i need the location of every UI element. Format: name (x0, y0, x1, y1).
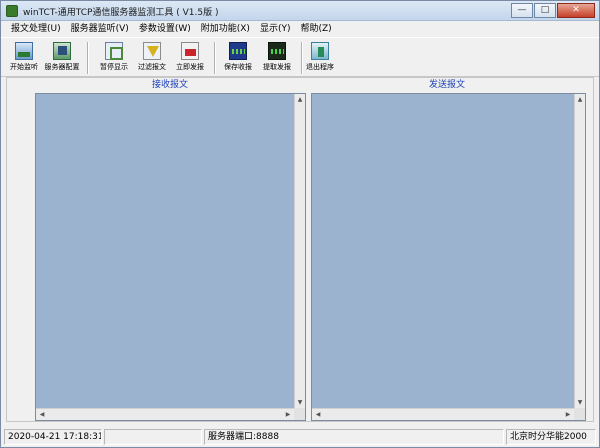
minimize-button[interactable]: — (511, 3, 533, 18)
toolbar-separator (214, 42, 216, 74)
send-now-button[interactable]: 立即发报 (169, 40, 211, 76)
exit-program-button[interactable]: 退出程序 (299, 40, 341, 76)
receive-vertical-scrollbar[interactable]: ▲ ▼ (294, 94, 305, 409)
scroll-left-arrow-icon[interactable]: ◀ (313, 410, 323, 420)
title-bar[interactable]: winTCT-通用TCP通信服务器监测工具 ( V1.5版 ) — □ ✕ (1, 1, 599, 21)
scroll-down-arrow-icon[interactable]: ▼ (575, 398, 585, 408)
toolbar: 开始监听 服务器配置 暂停显示 过滤报文 立即发报 保存收报 提取发报 退出程序 (1, 37, 599, 77)
menu-parameter-settings[interactable]: 参数设置(W) (134, 21, 196, 37)
send-vertical-scrollbar[interactable]: ▲ ▼ (574, 94, 585, 409)
scroll-up-arrow-icon[interactable]: ▲ (295, 95, 305, 105)
send-horizontal-scrollbar[interactable]: ◀ ▶ (312, 408, 574, 420)
server-config-button[interactable]: 服务器配置 (41, 40, 83, 76)
receive-message-pane[interactable]: ▲ ▼ ◀ ▶ (35, 93, 306, 421)
scroll-right-arrow-icon[interactable]: ▶ (283, 410, 293, 420)
menu-server-listen[interactable]: 服务器监听(V) (66, 21, 134, 37)
tool-label: 提取发报 (263, 63, 291, 71)
tool-label: 服务器配置 (44, 63, 80, 71)
start-listen-icon (15, 42, 33, 60)
window-title: winTCT-通用TCP通信服务器监测工具 ( V1.5版 ) (23, 8, 219, 18)
app-window: winTCT-通用TCP通信服务器监测工具 ( V1.5版 ) — □ ✕ 报文… (0, 0, 600, 448)
status-server-port: 服务器端口:8888 (204, 429, 504, 445)
scroll-right-arrow-icon[interactable]: ▶ (563, 410, 573, 420)
pause-display-icon (105, 42, 123, 60)
send-panel-title: 发送报文 (312, 79, 582, 92)
extract-send-button[interactable]: 提取发报 (256, 40, 298, 76)
message-panels: 接收报文 发送报文 ▲ ▼ ◀ ▶ ▲ ▼ ◀ ▶ (6, 77, 594, 422)
close-button[interactable]: ✕ (557, 3, 595, 18)
menu-display[interactable]: 显示(Y) (255, 21, 296, 37)
tool-label: 暂停显示 (100, 63, 128, 71)
filter-messages-button[interactable]: 过滤报文 (131, 40, 173, 76)
scroll-up-arrow-icon[interactable]: ▲ (575, 95, 585, 105)
save-received-icon (229, 42, 247, 60)
status-bar: 2020-04-21 17:18:31 服务器端口:8888 北京时分华能200… (1, 427, 599, 447)
extract-send-icon (268, 42, 286, 60)
receive-panel-title: 接收报文 (35, 79, 305, 92)
window-controls: — □ ✕ (510, 3, 595, 18)
menu-message-processing[interactable]: 报文处理(U) (6, 21, 66, 37)
scroll-down-arrow-icon[interactable]: ▼ (295, 398, 305, 408)
tool-label: 立即发报 (176, 63, 204, 71)
send-message-pane[interactable]: ▲ ▼ ◀ ▶ (311, 93, 586, 421)
save-received-button[interactable]: 保存收报 (217, 40, 259, 76)
tool-label: 过滤报文 (138, 63, 166, 71)
tool-label: 保存收报 (224, 63, 252, 71)
toolbar-separator (87, 42, 89, 74)
pause-display-button[interactable]: 暂停显示 (93, 40, 135, 76)
status-right-info: 北京时分华能2000 (506, 429, 596, 445)
status-empty (104, 429, 202, 445)
status-datetime: 2020-04-21 17:18:31 (4, 429, 102, 445)
tool-label: 退出程序 (306, 63, 334, 71)
exit-icon (311, 42, 329, 60)
menu-extra-functions[interactable]: 附加功能(X) (196, 21, 255, 37)
server-config-icon (53, 42, 71, 60)
tool-label: 开始监听 (10, 63, 38, 71)
scroll-left-arrow-icon[interactable]: ◀ (37, 410, 47, 420)
menu-bar: 报文处理(U) 服务器监听(V) 参数设置(W) 附加功能(X) 显示(Y) 帮… (1, 21, 599, 37)
receive-horizontal-scrollbar[interactable]: ◀ ▶ (36, 408, 294, 420)
menu-help[interactable]: 帮助(Z) (295, 21, 336, 37)
maximize-button[interactable]: □ (534, 3, 556, 18)
send-now-icon (181, 42, 199, 60)
scroll-corner (574, 408, 585, 420)
start-listen-button[interactable]: 开始监听 (3, 40, 45, 76)
scroll-corner (294, 408, 305, 420)
filter-icon (143, 42, 161, 60)
app-icon (6, 5, 18, 17)
